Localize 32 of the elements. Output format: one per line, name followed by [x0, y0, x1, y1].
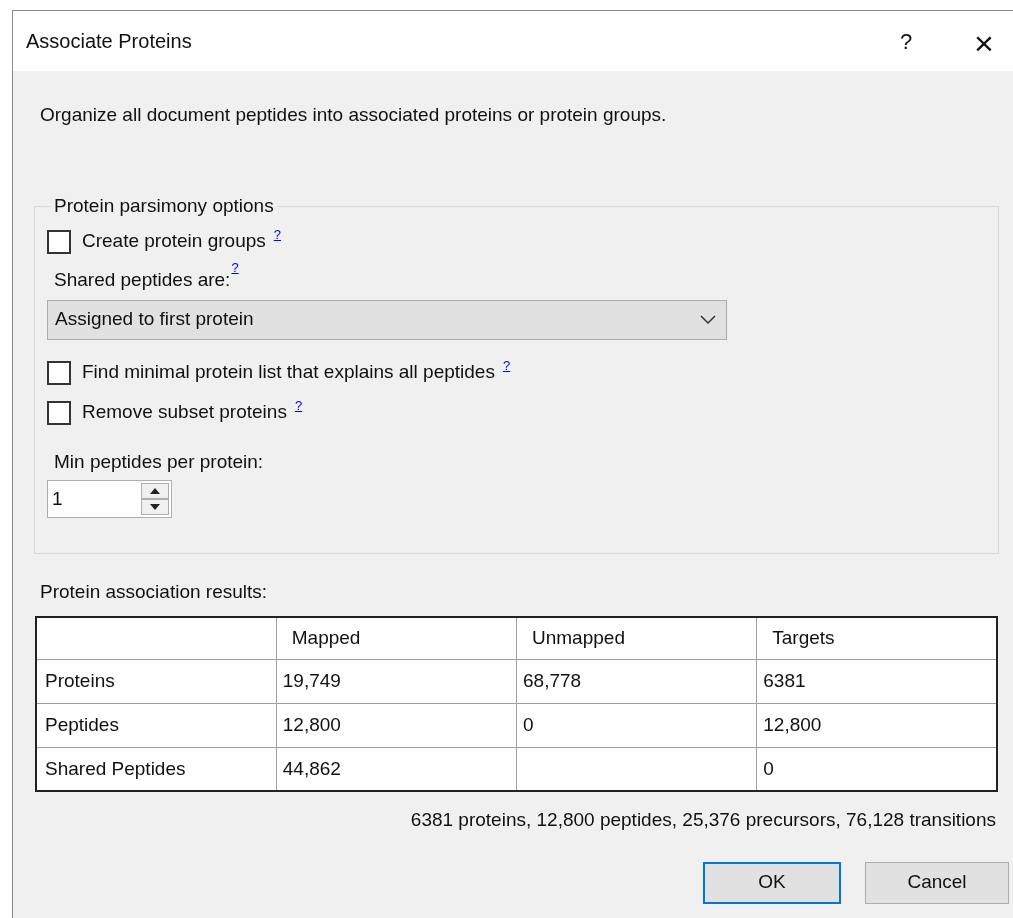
spin-box[interactable]: 1: [47, 479, 172, 518]
description-text: Organize all document peptides into associated proteins or protein groups.: [40, 104, 667, 125]
column-header: Mapped: [276, 617, 517, 659]
table-cell: 12,800: [276, 703, 517, 747]
help-link[interactable]: ?: [502, 355, 511, 375]
window-title: Associate Proteins: [26, 29, 192, 54]
help-button[interactable]: ?: [883, 18, 929, 64]
field-label: Shared peptides are:: [54, 268, 231, 293]
checkbox-label[interactable]: Remove subset proteins: [82, 398, 287, 427]
dropdown[interactable]: Assigned to first protein: [47, 299, 727, 340]
checkbox[interactable]: [47, 229, 71, 254]
checkbox[interactable]: [47, 360, 71, 385]
help-link[interactable]: ?: [294, 395, 303, 415]
chevron-down-icon: [700, 314, 716, 325]
checkbox[interactable]: [47, 400, 71, 425]
summary-text: 6381 proteins, 12,800 peptides, 25,376 precursors, 76,128 transitions: [410, 808, 996, 832]
ok-button[interactable]: OK: [703, 861, 841, 904]
help-link[interactable]: ?: [273, 224, 281, 244]
row-header: Proteins: [36, 659, 277, 703]
checkbox-label[interactable]: Create protein groups: [82, 227, 266, 256]
checkbox-label[interactable]: Find minimal protein list that explains all peptides: [82, 358, 495, 387]
table-cell: 68,778: [516, 659, 757, 703]
cancel-button[interactable]: Cancel: [865, 861, 1009, 904]
field-label: Min peptides per protein:: [54, 449, 265, 474]
table-cell: 0: [516, 703, 757, 747]
row-header: Peptides: [36, 703, 277, 747]
results-label: Protein association results:: [40, 580, 268, 602]
spin-arrows-icon[interactable]: [141, 482, 169, 515]
column-header: Unmapped: [516, 617, 757, 659]
table-cell: 19,749: [276, 659, 517, 703]
close-button[interactable]: ×: [961, 18, 1007, 64]
help-link[interactable]: ?: [231, 257, 239, 277]
